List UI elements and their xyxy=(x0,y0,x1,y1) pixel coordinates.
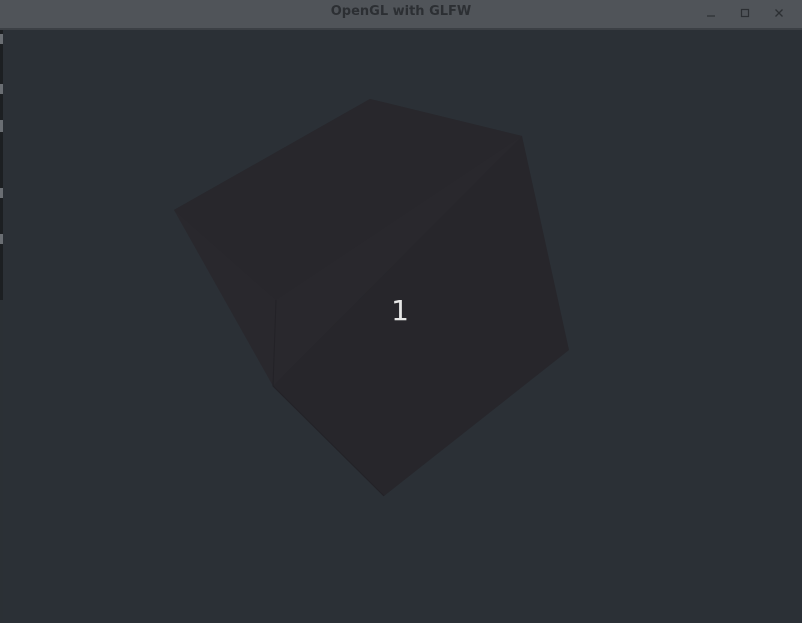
app-window: OpenGL with GLFW 1 xyxy=(0,0,802,623)
cube-label: 1 xyxy=(391,294,409,327)
